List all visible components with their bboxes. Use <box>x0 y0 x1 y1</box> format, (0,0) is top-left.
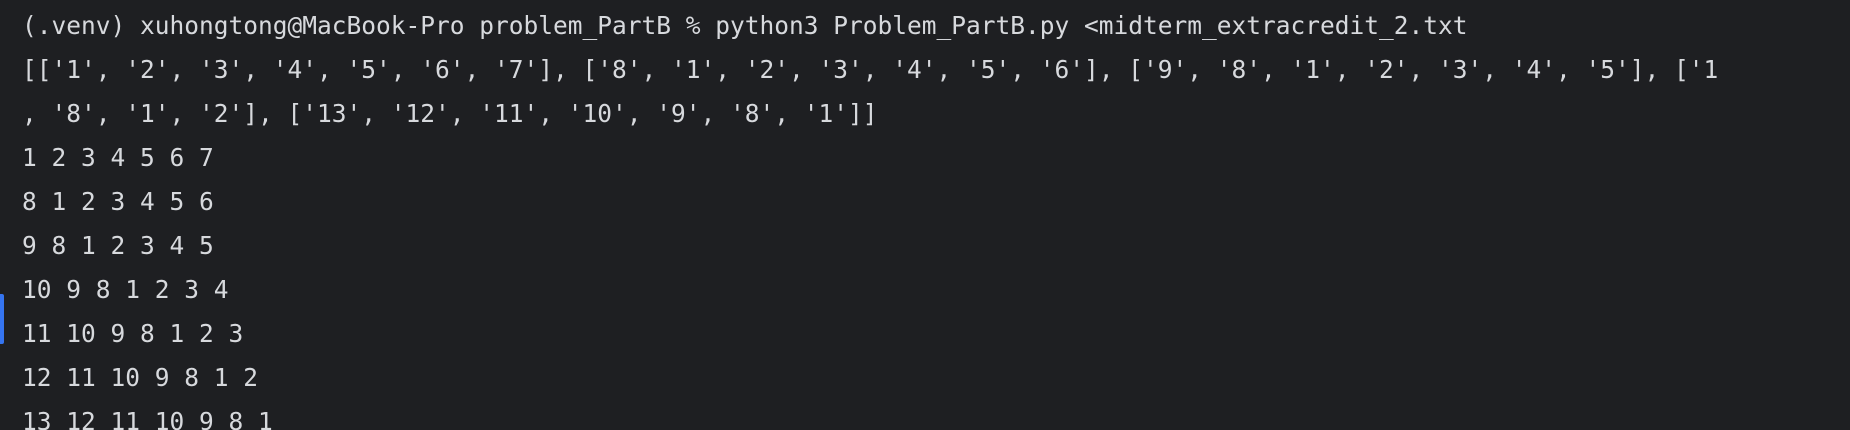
output-line-row-4: 10 9 8 1 2 3 4 <box>22 275 229 304</box>
output-line-list: [['1', '2', '3', '4', '5', '6', '7'], ['… <box>22 55 1719 84</box>
output-line-row-3: 9 8 1 2 3 4 5 <box>22 231 214 260</box>
command-block-marker <box>0 294 4 344</box>
terminal-output[interactable]: (.venv) xuhongtong@MacBook-Pro problem_P… <box>22 4 1850 430</box>
command-prompt-line: (.venv) xuhongtong@MacBook-Pro problem_P… <box>22 11 1468 40</box>
terminal-window[interactable]: (.venv) xuhongtong@MacBook-Pro problem_P… <box>0 0 1850 430</box>
output-line-row-1: 1 2 3 4 5 6 7 <box>22 143 214 172</box>
output-line-row-6: 12 11 10 9 8 1 2 <box>22 363 259 392</box>
output-line-row-7: 13 12 11 10 9 8 1 <box>22 407 273 430</box>
output-line-row-2: 8 1 2 3 4 5 6 <box>22 187 214 216</box>
output-line-list-wrap: , '8', '1', '2'], ['13', '12', '11', '10… <box>22 99 878 128</box>
output-line-row-5: 11 10 9 8 1 2 3 <box>22 319 244 348</box>
